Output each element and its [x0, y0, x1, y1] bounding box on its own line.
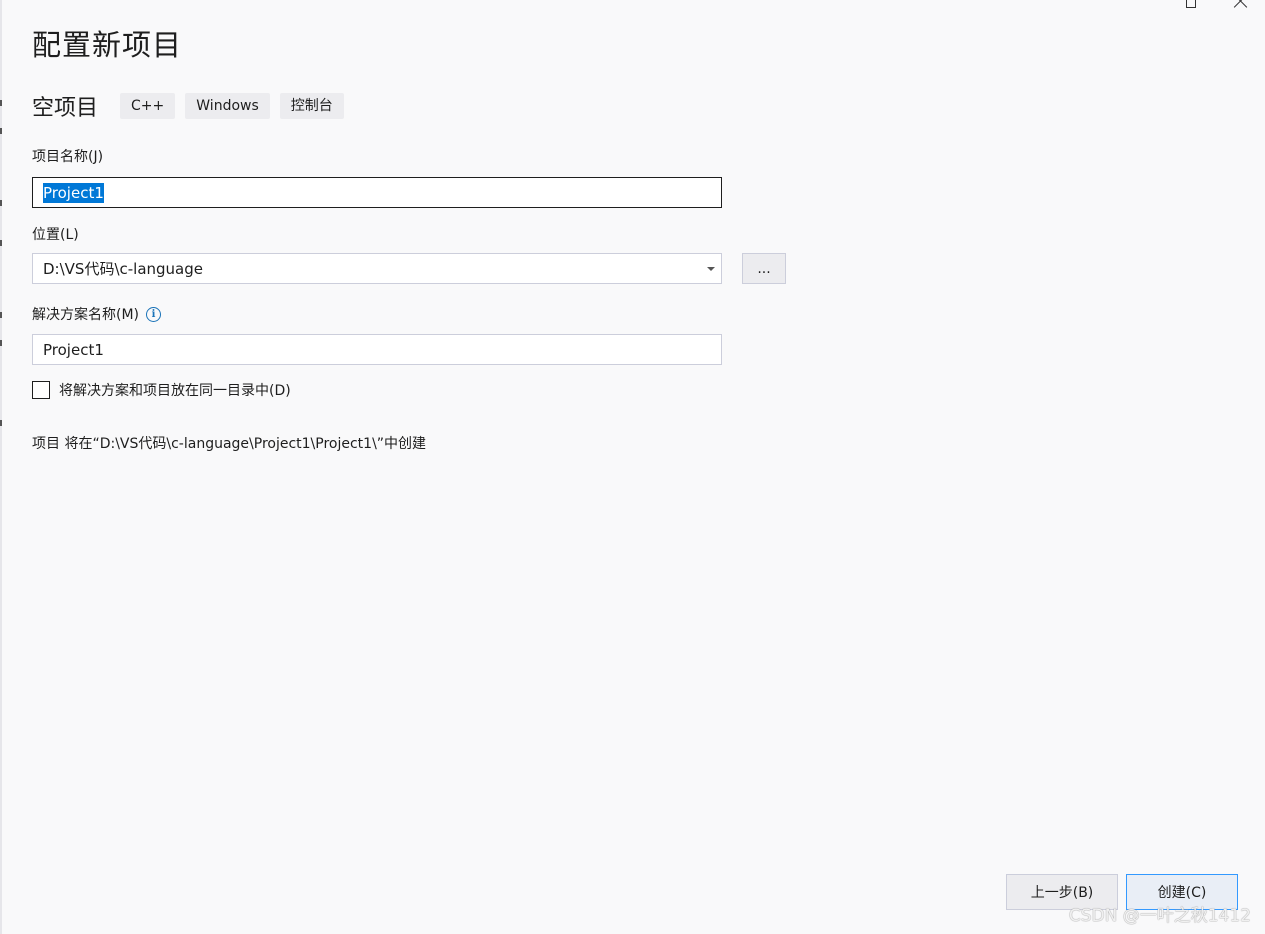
- template-header: 空项目 C++ Windows 控制台: [32, 92, 354, 121]
- close-icon: [1234, 0, 1248, 8]
- configure-project-dialog: 配置新项目 空项目 C++ Windows 控制台 项目名称(J) Projec…: [0, 0, 1265, 934]
- project-name-value: Project1: [43, 182, 104, 203]
- browse-button[interactable]: ...: [742, 253, 786, 284]
- same-directory-option[interactable]: 将解决方案和项目放在同一目录中(D): [32, 380, 291, 400]
- location-value: D:\VS代码\c-language: [43, 260, 203, 278]
- page-title: 配置新项目: [32, 28, 183, 62]
- solution-name-label-row: 解决方案名称(M) i: [32, 304, 162, 324]
- left-edge: [0, 0, 2, 934]
- tag-language: C++: [120, 93, 176, 119]
- watermark: CSDN @一叶之秋1412: [1068, 906, 1251, 926]
- solution-name-value: Project1: [43, 340, 104, 359]
- location-combobox[interactable]: D:\VS代码\c-language: [32, 253, 722, 284]
- same-directory-label: 将解决方案和项目放在同一目录中(D): [59, 383, 291, 399]
- project-path-note: 项目 将在“D:\VS代码\c-language\Project1\Projec…: [32, 436, 427, 452]
- solution-name-input[interactable]: Project1: [32, 334, 722, 365]
- project-name-label: 项目名称(J): [32, 149, 104, 165]
- maximize-icon: [1186, 0, 1196, 8]
- project-name-input[interactable]: Project1: [32, 177, 722, 208]
- maximize-button[interactable]: [1181, 0, 1201, 14]
- solution-name-label: 解决方案名称(M): [32, 307, 140, 323]
- tag-project-type: 控制台: [279, 93, 344, 119]
- chevron-down-icon[interactable]: [707, 267, 715, 271]
- location-label: 位置(L): [32, 227, 79, 243]
- template-name: 空项目: [32, 96, 99, 121]
- same-directory-checkbox[interactable]: [32, 381, 50, 399]
- window-controls: [1145, 0, 1265, 14]
- info-icon[interactable]: i: [146, 306, 162, 322]
- tag-platform: Windows: [185, 93, 270, 119]
- close-button[interactable]: [1231, 0, 1251, 14]
